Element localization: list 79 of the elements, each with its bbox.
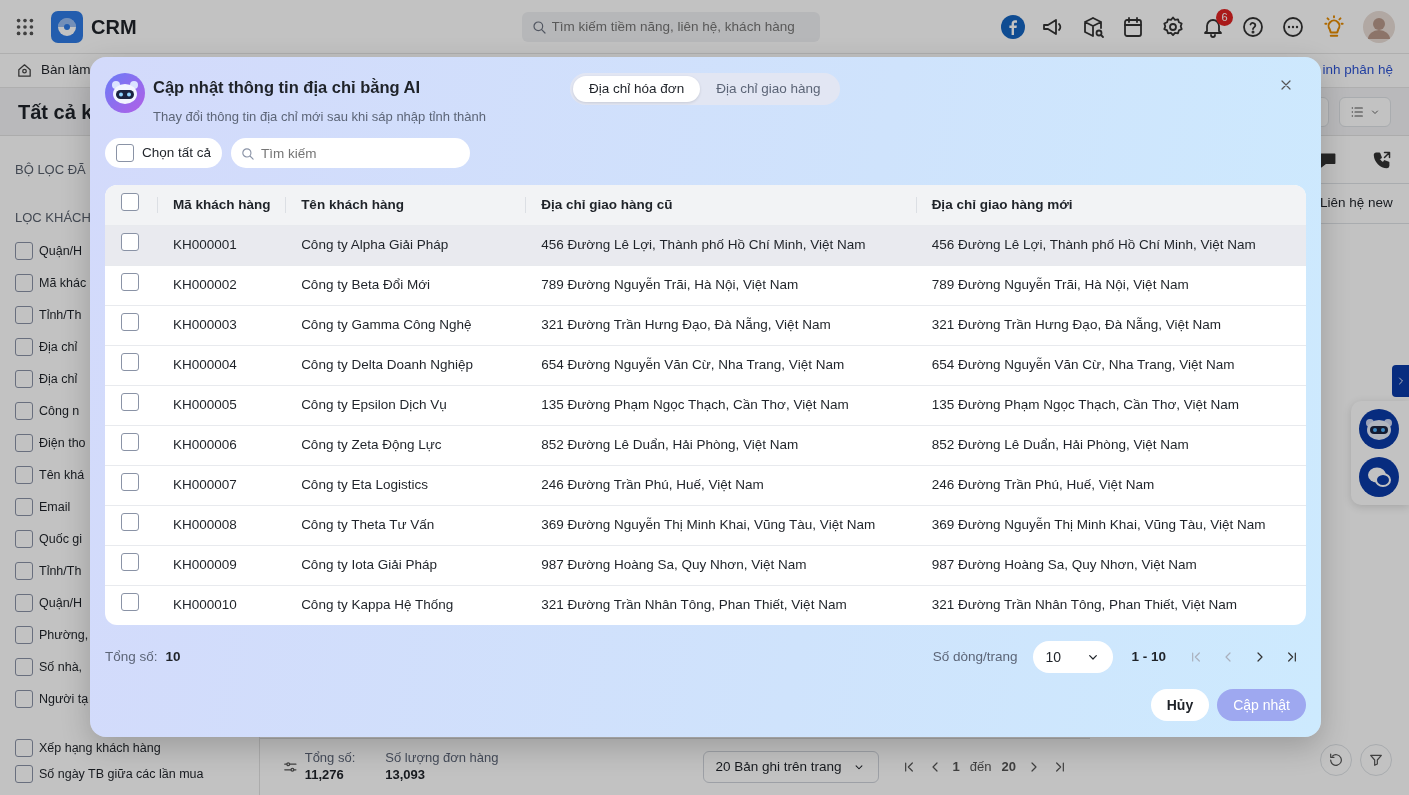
- filter-label: Tỉnh/Th: [39, 562, 82, 580]
- table-cell: KH000009: [157, 545, 286, 585]
- table-cell: KH000001: [157, 225, 286, 265]
- orders-value: 13,093: [385, 767, 427, 784]
- column-header: Địa chỉ giao hàng mới: [915, 185, 1306, 225]
- table-cell: Công ty Theta Tư Vấn: [285, 505, 526, 545]
- table-cell: KH000003: [157, 305, 286, 345]
- table-cell: 456 Đường Lê Lợi, Thành phố Hồ Chí Minh, Việt Nam: [525, 225, 916, 265]
- table-cell: KH000004: [157, 345, 286, 385]
- table-cell: Công ty Beta Đổi Mới: [285, 265, 526, 305]
- table-cell: 654 Đường Nguyễn Văn Cừ, Nha Trang, Việt Nam: [915, 345, 1306, 385]
- table-cell: 987 Đường Hoàng Sa, Quy Nhơn, Việt Nam: [915, 545, 1306, 585]
- total-value: 11,276: [304, 767, 345, 784]
- filter-label: Quận/H: [39, 594, 83, 612]
- filter-label: Người tạ: [39, 690, 89, 708]
- total-label: Tổng số:: [304, 750, 356, 767]
- table-cell: 852 Đường Lê Duẩn, Hải Phòng, Việt Nam: [915, 425, 1306, 465]
- table-cell: Công ty Zeta Động Lực: [285, 425, 526, 465]
- table-cell: 789 Đường Nguyễn Trãi, Hà Nội, Việt Nam: [915, 265, 1306, 305]
- filter-label: Điện tho: [39, 434, 86, 452]
- filter-label: Email: [39, 498, 71, 516]
- table-cell: 321 Đường Trần Nhân Tông, Phan Thiết, Việt Nam: [525, 585, 916, 625]
- page-separator: đến: [969, 758, 992, 777]
- filter-label: Mã khác: [39, 274, 87, 292]
- dialog-title: Cập nhật thông tin địa chỉ bằng AI: [153, 77, 422, 98]
- app-name: CRM: [91, 14, 137, 40]
- filter-label: Địa chỉ: [39, 338, 78, 356]
- page-number: 1: [952, 758, 960, 777]
- page-total: 20: [1001, 758, 1016, 777]
- filter-label: Số ngày TB giữa các lần mua: [39, 765, 204, 783]
- table-cell: Công ty Alpha Giải Pháp: [285, 225, 526, 265]
- table-cell: 369 Đường Nguyễn Thị Minh Khai, Vũng Tàu, Việt Nam: [915, 505, 1306, 545]
- column-header: Tên khách hàng: [285, 185, 526, 225]
- table-cell: 246 Đường Trần Phú, Huế, Việt Nam: [915, 465, 1306, 505]
- table-cell: Công ty Epsilon Dịch Vụ: [285, 385, 526, 425]
- table-cell: Công ty Eta Logistics: [285, 465, 526, 505]
- table-cell: Công ty Iota Giải Pháp: [285, 545, 526, 585]
- filter-label: Số nhà,: [39, 658, 83, 676]
- table-cell: 852 Đường Lê Duẩn, Hải Phòng, Việt Nam: [525, 425, 916, 465]
- table-cell: 246 Đường Trần Phú, Huế, Việt Nam: [525, 465, 916, 505]
- table-cell: KH000005: [157, 385, 286, 425]
- table-cell: 369 Đường Nguyễn Thị Minh Khai, Vũng Tàu, Việt Nam: [525, 505, 916, 545]
- dialog-subtitle: Thay đổi thông tin địa chỉ mới sau khi sáp nhập tỉnh thành: [153, 107, 486, 126]
- column-header: Địa chỉ giao hàng cũ: [525, 185, 916, 225]
- table-cell: KH000006: [157, 425, 286, 465]
- table-cell: 789 Đường Nguyễn Trãi, Hà Nội, Việt Nam: [525, 265, 916, 305]
- table-cell: KH000010: [157, 585, 286, 625]
- filter-label: Xếp hạng khách hàng: [39, 739, 161, 757]
- total-label: Tổng số:: [105, 647, 158, 666]
- table-cell: Công ty Kappa Hệ Thống: [285, 585, 526, 625]
- filter-label: Tỉnh/Th: [39, 306, 82, 324]
- table-cell: KH000008: [157, 505, 286, 545]
- column-header: Mã khách hàng: [157, 185, 286, 225]
- table-cell: Công ty Gamma Công Nghệ: [285, 305, 526, 345]
- table-cell: 456 Đường Lê Lợi, Thành phố Hồ Chí Minh, Việt Nam: [915, 225, 1306, 265]
- table-cell: Công ty Delta Doanh Nghiệp: [285, 345, 526, 385]
- filter-label: Địa chỉ: [39, 370, 78, 388]
- table-cell: 135 Đường Phạm Ngọc Thạch, Cần Thơ, Việt Nam: [915, 385, 1306, 425]
- table-cell: 135 Đường Phạm Ngọc Thạch, Cần Thơ, Việt Nam: [525, 385, 916, 425]
- table-cell: 321 Đường Trần Nhân Tông, Phan Thiết, Việt Nam: [915, 585, 1306, 625]
- notification-badge: 6: [1216, 8, 1233, 26]
- filter-label: Quận/H: [39, 242, 83, 260]
- filter-label: Quốc gi: [39, 530, 83, 548]
- filter-label: Công n: [39, 402, 80, 420]
- rows-per-page-label: Số dòng/trang: [932, 647, 1018, 666]
- filter-label: Phường,: [39, 626, 89, 644]
- table-cell: 321 Đường Trần Hưng Đạo, Đà Nẵng, Việt Nam: [525, 305, 916, 345]
- table-cell: KH000002: [157, 265, 286, 305]
- table-cell: KH000007: [157, 465, 286, 505]
- column-header: Liên hệ new: [1320, 194, 1393, 213]
- section-heading: LỌC KHÁCH: [15, 209, 92, 226]
- total-value: 10: [165, 647, 181, 666]
- table-cell: 987 Đường Hoàng Sa, Quy Nhơn, Việt Nam: [525, 545, 916, 585]
- orders-label: Số lượng đơn hàng: [385, 750, 499, 767]
- table-cell: 654 Đường Nguyễn Văn Cừ, Nha Trang, Việt Nam: [525, 345, 916, 385]
- table-cell: 321 Đường Trần Hưng Đạo, Đà Nẵng, Việt Nam: [915, 305, 1306, 345]
- filter-label: Tên khá: [39, 466, 85, 484]
- section-heading: BỘ LỌC ĐÃ: [15, 161, 87, 178]
- page-range: 1 - 10: [1131, 647, 1166, 666]
